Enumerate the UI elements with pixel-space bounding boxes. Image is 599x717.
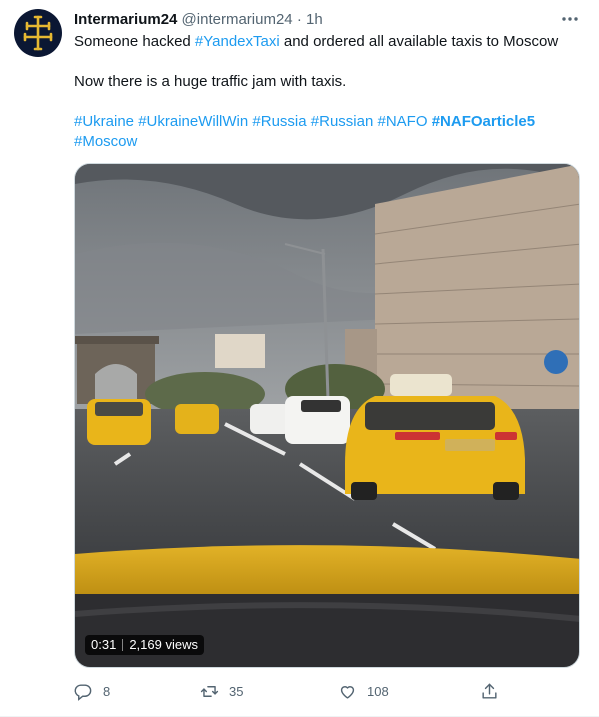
text-segment: Someone hacked xyxy=(74,33,195,50)
hashtag[interactable]: #Ukraine xyxy=(74,113,134,130)
hashtag[interactable]: #NAFO xyxy=(378,113,428,130)
hashtag[interactable]: #Moscow xyxy=(74,133,137,150)
reply-icon xyxy=(74,683,92,701)
tweet-line-2: Now there is a huge traffic jam with tax… xyxy=(74,73,347,90)
hashtag[interactable]: #Russian xyxy=(311,113,374,130)
video-player[interactable]: 0:31 2,169 views xyxy=(74,163,580,668)
text-segment: and ordered all available taxis to Mosco… xyxy=(279,33,559,50)
tweet-header: Intermarium24 @intermarium24 · 1h xyxy=(74,10,323,30)
avatar[interactable] xyxy=(14,9,62,57)
video-frame xyxy=(75,164,579,667)
like-count: 108 xyxy=(367,683,389,699)
taxi-car xyxy=(87,399,151,445)
cross-avatar-icon xyxy=(23,15,53,51)
author-handle[interactable]: @intermarium24 xyxy=(182,11,293,28)
hashtag-list: #Ukraine #UkraineWillWin #Russia #Russia… xyxy=(74,112,584,152)
tweet-time[interactable]: 1h xyxy=(306,11,323,28)
retweet-button[interactable]: 35 xyxy=(200,678,243,704)
like-button[interactable]: 108 xyxy=(338,678,389,704)
like-icon xyxy=(340,685,355,699)
share-button[interactable] xyxy=(480,678,499,704)
more-icon xyxy=(562,17,578,21)
separator: · xyxy=(296,11,302,28)
hashtag[interactable]: #UkraineWillWin xyxy=(138,113,248,130)
tweet-text: Someone hacked #YandexTaxi and ordered a… xyxy=(74,32,584,152)
hashtag[interactable]: #Russia xyxy=(252,113,306,130)
tweet[interactable]: Intermarium24 @intermarium24 · 1h Someon… xyxy=(0,0,599,717)
more-button[interactable] xyxy=(556,8,584,30)
video-views: 2,169 views xyxy=(129,637,198,652)
retweet-icon xyxy=(200,685,219,697)
author-name[interactable]: Intermarium24 xyxy=(74,11,177,28)
hashtag-yandextaxi[interactable]: #YandexTaxi xyxy=(195,33,280,50)
badge-divider xyxy=(122,639,124,651)
hashtag[interactable]: #NAFOarticle5 xyxy=(432,113,535,130)
video-duration: 0:31 xyxy=(91,637,117,652)
video-badge: 0:31 2,169 views xyxy=(85,635,204,655)
action-bar: 8 35 108 xyxy=(74,678,584,704)
share-icon xyxy=(482,683,497,699)
reply-button[interactable]: 8 xyxy=(74,678,110,704)
reply-count: 8 xyxy=(103,683,111,699)
retweet-count: 35 xyxy=(229,683,244,699)
tweet-line-1: Someone hacked #YandexTaxi and ordered a… xyxy=(74,32,584,52)
